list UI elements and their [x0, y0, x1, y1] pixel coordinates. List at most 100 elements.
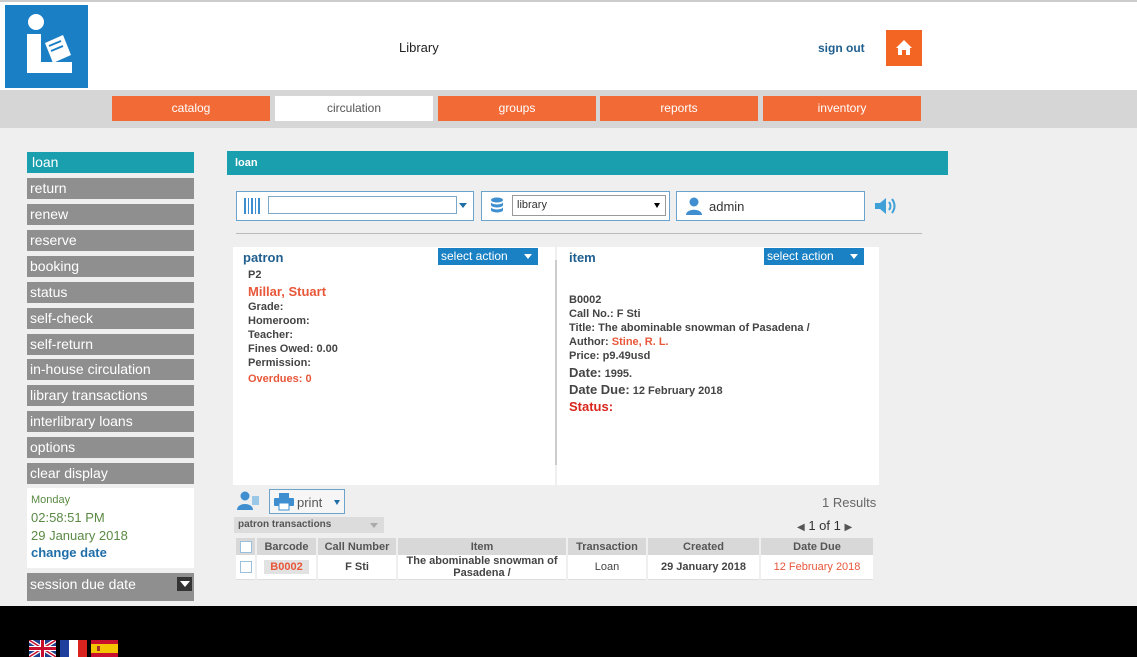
current-date: 29 January 2018	[31, 528, 128, 543]
tab-reports[interactable]: reports	[600, 96, 758, 121]
item-call-row: Call No.: F Sti	[569, 308, 641, 320]
results-count: 1 Results	[822, 495, 877, 510]
patron-overdues-label: Overdues:	[248, 373, 303, 385]
patron-overdues-value: 0	[305, 373, 312, 385]
transactions-table: Barcode Call Number Item Transaction Cre…	[234, 538, 875, 580]
transactions-select[interactable]: patron transactions	[234, 517, 384, 533]
patron-title: patron	[243, 250, 284, 265]
column-header-call-number[interactable]: Call Number	[318, 538, 396, 555]
next-page-icon[interactable]: ▶	[844, 522, 852, 533]
item-title-label: Title:	[569, 322, 596, 334]
header: Library sign out	[0, 0, 1137, 90]
home-button[interactable]	[886, 30, 922, 66]
tab-catalog[interactable]: catalog	[112, 96, 270, 121]
sidebar-item-reserve[interactable]: reserve	[27, 230, 194, 251]
user-field: admin	[676, 191, 865, 221]
print-label: print	[297, 495, 323, 510]
sidebar-item-self-return[interactable]: self-return	[27, 334, 194, 355]
user-name: admin	[709, 199, 745, 214]
day-name: Monday	[31, 494, 71, 506]
print-button[interactable]: print	[269, 489, 345, 514]
cell-date-due: 12 February 2018	[761, 555, 873, 580]
barcode-field	[236, 191, 474, 221]
item-id: B0002	[569, 294, 602, 306]
patron-select-action-button[interactable]: select action	[438, 248, 538, 265]
item-author-value[interactable]: Stine, R. L.	[612, 336, 669, 348]
column-header-barcode[interactable]: Barcode	[257, 538, 316, 555]
session-due-date-dropdown[interactable]: session due date	[27, 573, 194, 601]
tab-circulation[interactable]: circulation	[275, 96, 433, 121]
barcode-link[interactable]: B0002	[264, 560, 309, 574]
item-author-row: Author: Stine, R. L.	[569, 336, 669, 348]
session-due-date-label: session due date	[30, 576, 136, 592]
pagination: ◀ 1 of 1 ▶	[797, 518, 852, 533]
column-header-transaction[interactable]: Transaction	[568, 538, 646, 555]
sidebar-item-library-transactions[interactable]: library transactions	[27, 385, 194, 406]
library-logo-icon[interactable]	[5, 5, 88, 88]
barcode-input[interactable]	[268, 196, 457, 214]
select-all-checkbox[interactable]	[239, 540, 252, 553]
user-icon	[686, 197, 702, 215]
item-due-row: Date Due: 12 February 2018	[569, 382, 723, 397]
library-select[interactable]: library	[512, 195, 666, 216]
patron-icon[interactable]	[236, 491, 260, 511]
change-date-link[interactable]: change date	[31, 545, 194, 560]
row-checkbox[interactable]	[239, 561, 252, 574]
divider	[236, 233, 922, 234]
page-title: loan	[227, 151, 948, 175]
item-title: item	[569, 250, 596, 265]
sidebar-item-clear-display[interactable]: clear display	[27, 463, 194, 484]
current-time: 02:58:51 PM	[31, 510, 105, 525]
sidebar-item-renew[interactable]: renew	[27, 204, 194, 225]
sidebar-item-return[interactable]: return	[27, 178, 194, 199]
french-flag-icon[interactable]	[60, 640, 87, 657]
home-icon	[896, 40, 912, 55]
printer-icon	[274, 493, 294, 511]
prev-page-icon[interactable]: ◀	[797, 522, 805, 533]
cell-transaction: Loan	[568, 555, 646, 580]
english-flag-icon[interactable]	[29, 640, 56, 657]
column-header-date-due[interactable]: Date Due	[761, 538, 873, 555]
chevron-down-icon	[334, 500, 340, 505]
table-row[interactable]: B0002 F Sti The abominable snowman of Pa…	[236, 555, 873, 580]
cell-created: 29 January 2018	[648, 555, 759, 580]
item-due-value: 12 February 2018	[632, 385, 723, 397]
tab-groups[interactable]: groups	[438, 96, 596, 121]
select-all-header	[236, 538, 255, 555]
sidebar-item-loan[interactable]: loan	[27, 152, 194, 173]
chevron-down-icon[interactable]	[459, 203, 467, 208]
sidebar-item-booking[interactable]: booking	[27, 256, 194, 277]
patron-fines-label: Fines Owed:	[248, 343, 314, 355]
item-panel: item select action B0002 Call No.: F Sti…	[557, 247, 879, 485]
sidebar-item-in-house-circulation[interactable]: in-house circulation	[27, 359, 194, 380]
top-nav: catalog circulation groups reports inven…	[0, 90, 1137, 128]
chevron-down-icon	[177, 577, 192, 591]
sign-out-link[interactable]: sign out	[818, 41, 865, 55]
item-date-value: 1995.	[604, 368, 633, 380]
sidebar-item-options[interactable]: options	[27, 437, 194, 458]
tab-inventory[interactable]: inventory	[763, 96, 921, 121]
patron-overdues-row: Overdues: 0	[248, 373, 312, 385]
patron-name[interactable]: Millar, Stuart	[248, 284, 326, 299]
speaker-icon[interactable]	[874, 197, 898, 215]
column-header-item[interactable]: Item	[398, 538, 566, 555]
sidebar-item-interlibrary-loans[interactable]: interlibrary loans	[27, 411, 194, 432]
app-title: Library	[399, 40, 439, 55]
item-status-label: Status:	[569, 399, 614, 414]
database-icon	[491, 197, 503, 213]
cell-barcode: B0002	[257, 555, 316, 580]
patron-permission-label: Permission:	[248, 357, 311, 369]
page: Library sign out catalog circulation gro…	[0, 0, 1137, 606]
item-select-action-button[interactable]: select action	[764, 248, 864, 265]
item-date-row: Date: 1995.	[569, 365, 632, 380]
patron-teacher-label: Teacher:	[248, 329, 294, 341]
column-header-created[interactable]: Created	[648, 538, 759, 555]
item-call-value: F Sti	[616, 308, 641, 320]
patron-panel: patron select action P2 Millar, Stuart G…	[233, 247, 555, 485]
page-text: 1 of 1	[808, 518, 841, 533]
spanish-flag-icon[interactable]	[91, 640, 118, 657]
patron-homeroom-label: Homeroom:	[248, 315, 310, 327]
row-checkbox-cell	[236, 555, 255, 580]
sidebar-item-status[interactable]: status	[27, 282, 194, 303]
sidebar-item-self-check[interactable]: self-check	[27, 308, 194, 329]
